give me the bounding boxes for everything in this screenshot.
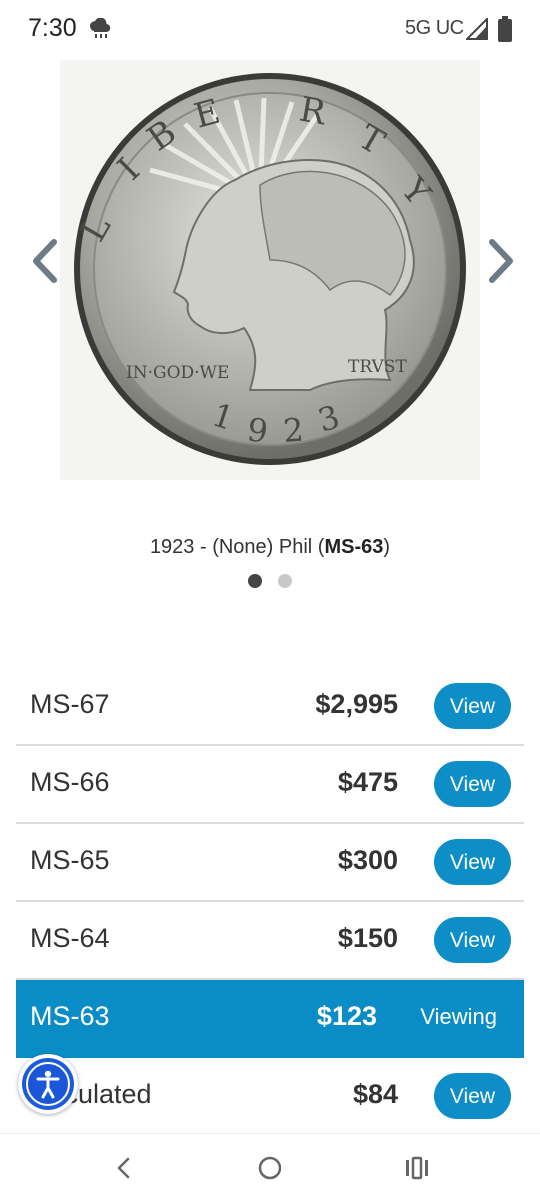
svg-text:TRVST: TRVST — [348, 357, 407, 377]
carousel-dots — [0, 574, 540, 593]
caption-suffix: ) — [383, 536, 391, 558]
carousel-dot-1[interactable] — [247, 574, 262, 588]
grade-label: MS-64 — [30, 923, 110, 953]
svg-text:IN·GOD·WE: IN·GOD·WE — [126, 363, 229, 383]
signal-icon — [466, 18, 488, 40]
price-list: MS-67 $2,995 View MS-66 $475 View MS-65 … — [16, 668, 524, 1136]
system-nav-bar — [0, 1133, 540, 1201]
coin-caption: 1923 - (None) Phil (MS-63) — [0, 536, 540, 559]
caption-grade: MS-63 — [324, 536, 384, 558]
price-row-ms-64[interactable]: MS-64 $150 View — [16, 902, 524, 980]
recent-apps-icon[interactable] — [404, 1156, 430, 1180]
viewing-label: Viewing — [420, 1004, 497, 1029]
battery-icon — [498, 16, 512, 42]
grade-label: MS-65 — [30, 845, 110, 875]
view-button[interactable]: View — [434, 683, 511, 729]
price-value: $150 — [337, 923, 398, 953]
grade-label: MS-66 — [30, 767, 110, 797]
svg-text:2: 2 — [282, 411, 305, 450]
accessibility-icon — [36, 1070, 60, 1099]
back-icon[interactable] — [112, 1154, 136, 1182]
chevron-left-icon[interactable] — [26, 236, 66, 286]
view-button[interactable]: View — [434, 1073, 511, 1119]
status-bar: 7:30 5G UC — [0, 0, 540, 60]
view-button[interactable]: View — [434, 839, 511, 885]
grade-label: MS-67 — [30, 689, 110, 719]
home-icon[interactable] — [256, 1154, 284, 1182]
price-row-ms-66[interactable]: MS-66 $475 View — [16, 746, 524, 824]
accessibility-button[interactable] — [18, 1054, 78, 1114]
price-row-circulated[interactable]: Circulated $84 View — [16, 1058, 524, 1136]
price-value: $84 — [352, 1079, 398, 1109]
chevron-right-icon[interactable] — [480, 236, 520, 286]
coin-image[interactable]: L I B E R T Y IN·GOD·WE TRVST 1 9 2 3 — [60, 60, 480, 480]
caption-prefix: 1923 - (None) Phil ( — [149, 536, 325, 558]
price-row-ms-67[interactable]: MS-67 $2,995 View — [16, 668, 524, 746]
carousel-dot-2[interactable] — [278, 574, 293, 588]
price-value: $2,995 — [315, 689, 398, 719]
price-value: $475 — [337, 767, 398, 797]
clock: 7:30 — [28, 14, 77, 42]
cloud-rain-icon — [90, 18, 111, 38]
network-label: 5G UC — [405, 17, 464, 39]
price-row-ms-65[interactable]: MS-65 $300 View — [16, 824, 524, 902]
price-value: $123 — [316, 1001, 377, 1031]
view-button[interactable]: View — [434, 761, 511, 807]
grade-label: MS-63 — [30, 1001, 110, 1031]
view-button[interactable]: View — [434, 917, 511, 963]
price-row-ms-63[interactable]: MS-63 $123 Viewing — [16, 980, 524, 1058]
price-value: $300 — [337, 845, 398, 875]
